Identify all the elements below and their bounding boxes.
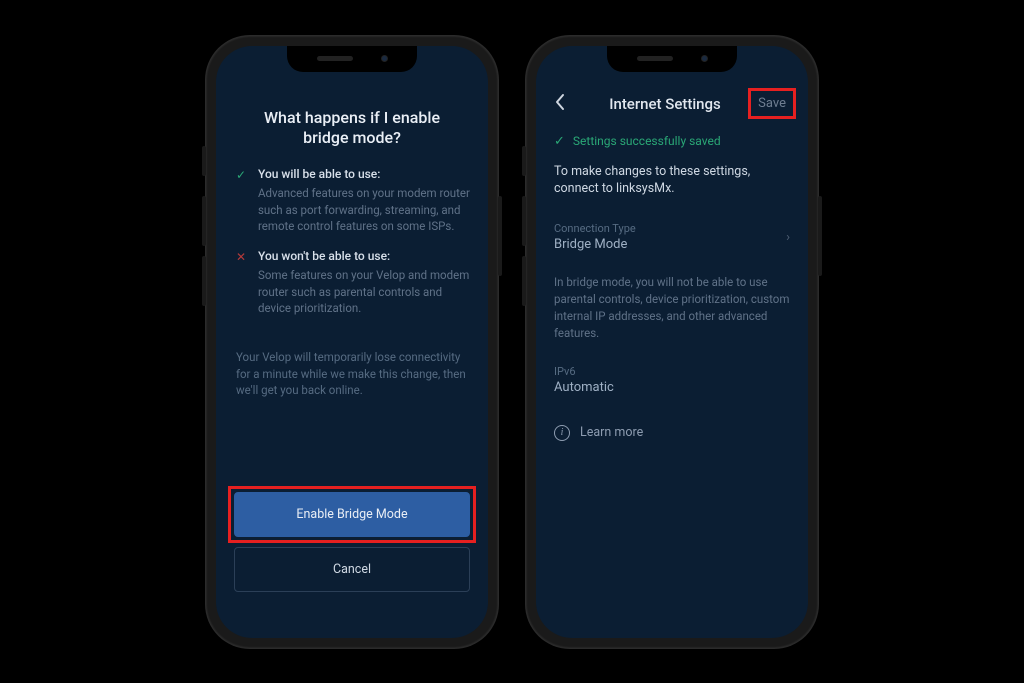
top-bar: Internet Settings Save (554, 92, 790, 116)
cross-icon: ✕ (234, 250, 248, 317)
phone-mockup-left: What happens if I enable bridge mode? ✓ … (206, 36, 498, 648)
camera (701, 55, 708, 62)
ipv6-row[interactable]: IPv6 Automatic (554, 365, 790, 395)
notch (287, 46, 417, 72)
connection-type-value: Bridge Mode (554, 237, 790, 252)
chevron-right-icon: › (786, 230, 790, 245)
status-row: ✓ Settings successfully saved (554, 134, 790, 149)
able-title: You will be able to use: (258, 167, 470, 181)
screen-right: Internet Settings Save ✓ Settings succes… (536, 46, 808, 638)
unable-title: You won't be able to use: (258, 249, 470, 263)
phone-side-button (818, 196, 822, 276)
page-heading: What happens if I enable bridge mode? (244, 108, 460, 150)
instruction-text: To make changes to these settings, conne… (554, 163, 790, 198)
screen-left: What happens if I enable bridge mode? ✓ … (216, 46, 488, 638)
learn-more-link[interactable]: i Learn more (554, 425, 790, 441)
phone-side-button (522, 146, 526, 176)
able-desc: Advanced features on your modem router s… (258, 185, 470, 235)
chevron-left-icon (554, 93, 566, 111)
learn-more-label: Learn more (580, 425, 643, 440)
check-icon: ✓ (234, 168, 248, 235)
connection-type-row[interactable]: Connection Type Bridge Mode › (554, 222, 790, 252)
phone-side-button (522, 256, 526, 306)
connection-type-label: Connection Type (554, 222, 790, 235)
ipv6-label: IPv6 (554, 365, 790, 378)
phone-side-button (498, 196, 502, 276)
speaker (637, 56, 673, 61)
save-button[interactable]: Save (752, 94, 790, 113)
back-button[interactable] (554, 92, 578, 116)
unable-section: ✕ You won't be able to use: Some feature… (234, 249, 470, 317)
able-section: ✓ You will be able to use: Advanced feat… (234, 167, 470, 235)
speaker (317, 56, 353, 61)
enable-bridge-mode-button[interactable]: Enable Bridge Mode (234, 492, 470, 537)
cancel-button[interactable]: Cancel (234, 547, 470, 592)
page-title: Internet Settings (609, 95, 721, 113)
notch (607, 46, 737, 72)
check-icon: ✓ (554, 134, 565, 149)
info-icon: i (554, 425, 570, 441)
status-text: Settings successfully saved (573, 134, 721, 148)
connectivity-note: Your Velop will temporarily lose connect… (236, 349, 468, 399)
phone-mockup-right: Internet Settings Save ✓ Settings succes… (526, 36, 818, 648)
bridge-mode-description: In bridge mode, you will not be able to … (554, 274, 790, 343)
phone-side-button (202, 196, 206, 246)
unable-desc: Some features on your Velop and modem ro… (258, 267, 470, 317)
camera (381, 55, 388, 62)
ipv6-value: Automatic (554, 380, 790, 395)
phone-side-button (202, 146, 206, 176)
phone-side-button (202, 256, 206, 306)
phone-side-button (522, 196, 526, 246)
